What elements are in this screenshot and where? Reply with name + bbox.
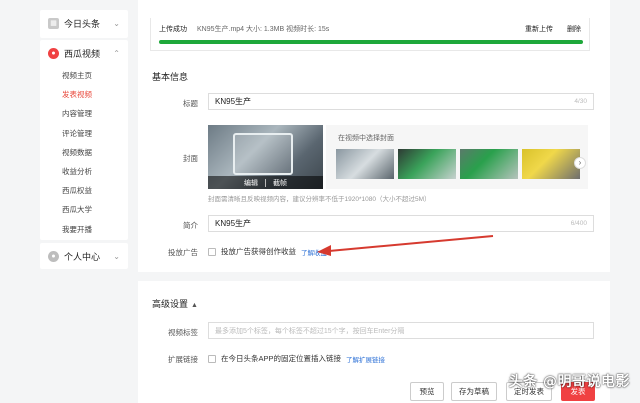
frame-thumb[interactable]: [522, 149, 580, 179]
ext-link-option-text: 在今日头条APP的固定位置插入链接: [221, 354, 342, 363]
ads-checkbox[interactable]: [208, 247, 216, 256]
ads-checkbox-row[interactable]: 投放广告获得创作收益 了解收益: [208, 246, 327, 257]
nav-head-personal[interactable]: ● 个人中心 ⌄: [40, 243, 128, 269]
frame-thumb[interactable]: [398, 149, 456, 179]
nav-label-personal: 个人中心: [64, 251, 101, 262]
chevron-down-icon: ⌄: [113, 251, 120, 261]
sidebar-item-university[interactable]: 西瓜大学: [40, 200, 128, 219]
intro-input[interactable]: KN95生产 6/400: [208, 215, 594, 232]
intro-label: 简介: [183, 221, 198, 230]
sidebar-item-revenue[interactable]: 收益分析: [40, 162, 128, 181]
delete-upload-button[interactable]: 删除: [567, 24, 581, 34]
basic-info-title: 基本信息: [152, 72, 189, 82]
chevron-right-icon[interactable]: ›: [574, 157, 586, 169]
upload-status-bar: 上传成功 KN95生产.mp4 大小: 1.3MB 视频时长: 15s 重新上传…: [150, 18, 590, 51]
title-value: KN95生产: [215, 97, 252, 106]
sidebar-item-home[interactable]: 视频主页: [40, 66, 128, 85]
intro-value: KN95生产: [215, 219, 252, 228]
arrow-line: [328, 235, 494, 252]
sidebar-item-publish[interactable]: 发表视频: [40, 85, 128, 104]
cover-label: 封面: [183, 154, 198, 163]
nav-group-toutiao[interactable]: ▦ 今日头条 ⌄: [40, 10, 128, 38]
upload-progress-bar: [159, 40, 583, 44]
tags-label: 视频标签: [168, 328, 198, 337]
title-char-count: 4/30: [574, 98, 587, 105]
toutiao-icon: ▦: [48, 17, 59, 29]
publish-form-card: 上传成功 KN95生产.mp4 大小: 1.3MB 视频时长: 15s 重新上传…: [138, 0, 610, 272]
watermark: 头条 @明哥说电影: [508, 374, 630, 390]
frame-thumb[interactable]: [460, 149, 518, 179]
cover-capture-button[interactable]: 截帧: [266, 178, 294, 188]
nav-group-xigua: ● 西瓜视频 ⌃ 视频主页 发表视频 内容管理 评论管理 视频数据 收益分析 西…: [40, 40, 128, 240]
preview-button[interactable]: 预览: [410, 382, 444, 401]
tags-placeholder: 最多添加5个标签，每个标签不超过15个字，按回车Enter分隔: [215, 327, 405, 335]
tags-input[interactable]: 最多添加5个标签，每个标签不超过15个字，按回车Enter分隔: [208, 322, 594, 339]
cover-actions-bar: 编辑 截帧: [208, 176, 323, 189]
cover-hint: 封面需清晰且反映视频内容，建议分辨率不低于1920*1080（大小不超过5M）: [208, 196, 431, 203]
upload-file-meta: KN95生产.mp4 大小: 1.3MB 视频时长: 15s: [197, 26, 330, 33]
sidebar-item-content[interactable]: 内容管理: [40, 104, 128, 123]
cover-preview[interactable]: 编辑 截帧: [208, 125, 323, 189]
ads-label: 投放广告: [168, 248, 198, 257]
title-label: 标题: [183, 99, 198, 108]
nav-group-personal[interactable]: ● 个人中心 ⌄: [40, 243, 128, 269]
user-icon: ●: [48, 250, 59, 262]
cover-frame-picker: 在视频中选择封面 ›: [326, 125, 588, 189]
ext-link-checkbox-row[interactable]: 在今日头条APP的固定位置插入链接 了解扩展链接: [208, 353, 385, 364]
cover-edit-button[interactable]: 编辑: [237, 178, 265, 188]
sidebar-item-rights[interactable]: 西瓜权益: [40, 181, 128, 200]
ext-link-checkbox[interactable]: [208, 354, 216, 363]
caret-up-icon: ▲: [191, 302, 198, 309]
sidebar: ▦ 今日头条 ⌄ ● 西瓜视频 ⌃ 视频主页 发表视频 内容管理 评论管理 视频…: [0, 0, 138, 403]
arrow-head: [317, 245, 331, 256]
reupload-button[interactable]: 重新上传: [525, 24, 553, 34]
nav-head-xigua[interactable]: ● 西瓜视频 ⌃: [40, 40, 128, 66]
annotation-arrow: [317, 235, 494, 256]
advanced-settings-toggle[interactable]: 高级设置 ▲: [152, 297, 198, 310]
xigua-icon: ●: [48, 47, 59, 59]
intro-char-count: 6/400: [570, 220, 587, 227]
chevron-down-icon: ⌄: [113, 18, 120, 28]
upload-progress-fill: [159, 40, 583, 44]
nav-label-toutiao: 今日头条: [64, 18, 101, 29]
title-input[interactable]: KN95生产 4/30: [208, 93, 594, 110]
save-draft-button[interactable]: 存为草稿: [451, 382, 497, 401]
upload-status-text: 上传成功: [159, 26, 187, 33]
frame-thumb[interactable]: [336, 149, 394, 179]
ads-option-text: 投放广告获得创作收益: [221, 247, 296, 256]
sidebar-item-comments[interactable]: 评论管理: [40, 124, 128, 143]
nav-label-xigua: 西瓜视频: [64, 48, 101, 59]
sidebar-item-data[interactable]: 视频数据: [40, 143, 128, 162]
nav-head-toutiao[interactable]: ▦ 今日头条 ⌄: [40, 10, 128, 36]
chevron-up-icon: ⌃: [113, 48, 120, 58]
advanced-settings-title: 高级设置: [152, 299, 189, 309]
ext-link-label: 扩展链接: [168, 355, 198, 364]
ext-link-learn-more-link[interactable]: 了解扩展链接: [346, 354, 385, 364]
frame-picker-caption: 在视频中选择封面: [338, 135, 394, 142]
cover-image: [233, 133, 293, 175]
sidebar-item-live[interactable]: 我要开播: [40, 220, 128, 239]
